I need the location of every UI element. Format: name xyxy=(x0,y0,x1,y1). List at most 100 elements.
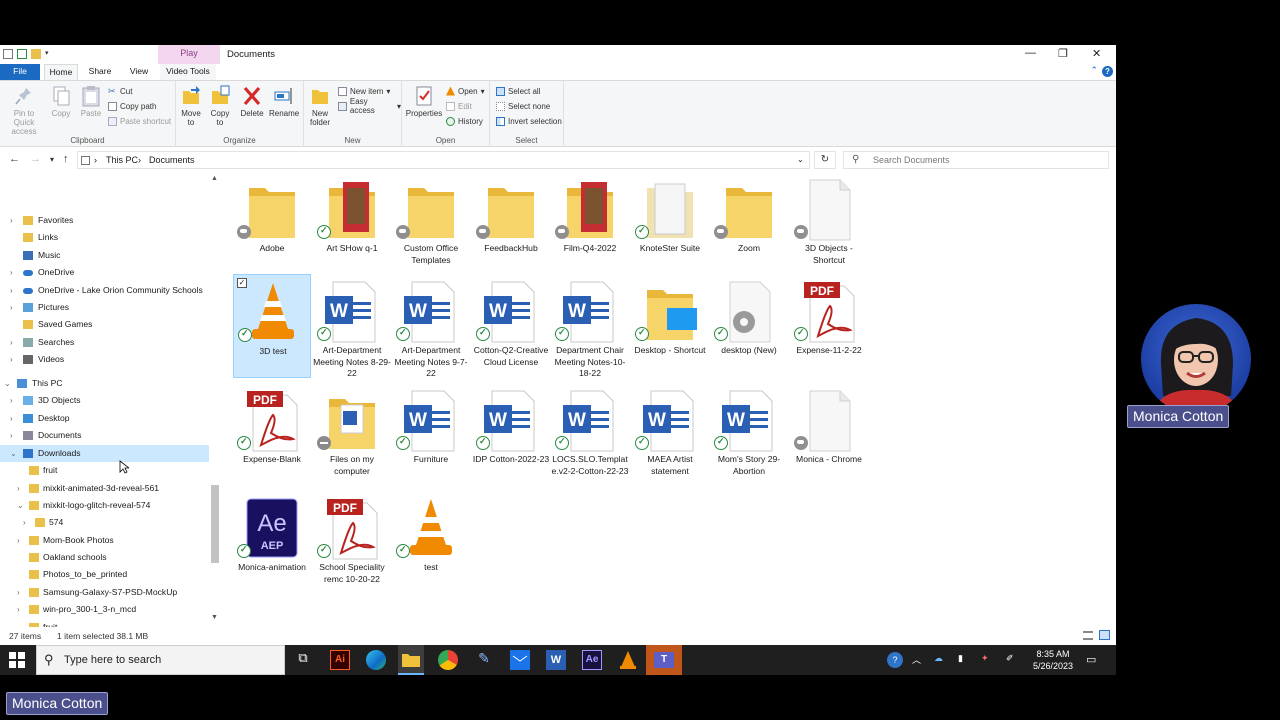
file-item[interactable]: Art SHow q-1 xyxy=(313,172,391,276)
edit-button[interactable]: Edit xyxy=(446,100,472,112)
up-arrow-icon[interactable]: ↑ xyxy=(63,153,69,165)
back-arrow-icon[interactable]: ← xyxy=(9,153,20,165)
file-item[interactable]: Ae AEP Monica-animation xyxy=(233,491,311,595)
file-item[interactable]: Zoom xyxy=(710,172,788,276)
expand-chevron-icon[interactable]: › xyxy=(10,299,13,316)
file-item[interactable]: W IDP Cotton-2022-23 xyxy=(472,383,550,487)
customize-qat-icon[interactable]: ▾ xyxy=(45,49,55,59)
nav-item[interactable]: › Desktop xyxy=(0,410,209,427)
file-item[interactable]: KnoteSter Suite xyxy=(631,172,709,276)
expand-chevron-icon[interactable]: › xyxy=(10,392,13,409)
tab-view[interactable]: View xyxy=(124,64,154,80)
pin-quick-access-button[interactable]: Pin to Quick access xyxy=(3,85,45,136)
scroll-down-icon[interactable]: ▼ xyxy=(211,614,218,621)
clock[interactable]: 8:35 AM 5/26/2023 xyxy=(1028,648,1078,672)
nav-item[interactable]: ⌄ Downloads xyxy=(0,445,209,462)
nav-item[interactable]: › Documents xyxy=(0,427,209,444)
pen-app-icon[interactable]: ✎ xyxy=(474,650,494,670)
vlc-taskbar-icon[interactable] xyxy=(618,650,638,670)
after-effects-icon[interactable]: Ae xyxy=(582,650,602,670)
collapse-chevron-icon[interactable]: ⌄ xyxy=(17,497,24,514)
nav-item[interactable]: fruit xyxy=(0,462,209,479)
file-item[interactable]: W Department Chair Meeting Notes-10-18-22 xyxy=(551,274,629,378)
collapse-ribbon-icon[interactable]: ⌃ xyxy=(1090,65,1098,76)
rename-button[interactable]: Rename xyxy=(269,85,299,118)
easy-access-button[interactable]: Easy access ▾ xyxy=(338,97,401,115)
file-item[interactable]: PDF School Speciality remc 10-20-22 xyxy=(313,491,391,595)
large-icons-view-icon[interactable] xyxy=(1099,630,1110,640)
file-item[interactable]: ✓ 3D test xyxy=(233,274,311,378)
select-all-button[interactable]: Select all xyxy=(496,85,540,97)
tab-video-tools[interactable]: Video Tools xyxy=(160,64,216,80)
chrome-icon[interactable] xyxy=(438,650,458,670)
usb-tray-icon[interactable]: ▮ xyxy=(958,653,963,664)
nav-item[interactable]: Photos_to_be_printed xyxy=(0,566,209,583)
nav-item[interactable]: › Favorites xyxy=(0,212,209,229)
address-dropdown-icon[interactable]: ⌄ xyxy=(797,155,804,164)
collapse-chevron-icon[interactable]: ⌄ xyxy=(4,375,11,392)
nav-scrollbar[interactable]: ▲ ▼ xyxy=(209,172,221,627)
file-item[interactable]: W Art-Department Meeting Notes 8-29-22 xyxy=(313,274,391,378)
breadcrumb-documents[interactable]: Documents xyxy=(149,155,195,165)
file-item[interactable]: W Cotton-Q2-Creative Cloud License xyxy=(472,274,550,378)
file-item[interactable]: Files on my computer xyxy=(313,383,391,487)
nav-item[interactable]: ⌄ This PC xyxy=(0,375,209,392)
nav-item[interactable]: Oakland schools xyxy=(0,549,209,566)
teams-taskbar-icon[interactable]: T xyxy=(646,645,682,675)
paste-shortcut-button[interactable]: Paste shortcut xyxy=(108,115,171,127)
breadcrumb-this-pc[interactable]: This PC xyxy=(106,155,138,165)
taskbar-search-input[interactable]: Type here to search xyxy=(64,654,161,666)
file-item[interactable]: W MAEA Artist statement xyxy=(631,383,709,487)
nav-item[interactable]: › mixkit-animated-3d-reveal-561 xyxy=(0,480,209,497)
nav-item[interactable]: Saved Games xyxy=(0,316,209,333)
nav-item[interactable]: › 574 xyxy=(0,514,209,531)
nav-item[interactable]: › OneDrive xyxy=(0,264,209,281)
pen-tray-icon[interactable]: ✐ xyxy=(1006,653,1014,664)
file-item[interactable]: test xyxy=(392,491,470,595)
expand-chevron-icon[interactable]: › xyxy=(10,282,13,299)
expand-chevron-icon[interactable]: › xyxy=(10,264,13,281)
file-item[interactable]: Custom Office Templates xyxy=(392,172,470,276)
new-folder-button[interactable]: New folder xyxy=(308,85,332,127)
properties-qat-icon[interactable] xyxy=(17,49,27,59)
nav-item[interactable]: › Mom-Book Photos xyxy=(0,532,209,549)
notifications-icon[interactable]: ▭ xyxy=(1086,653,1096,666)
task-view-icon[interactable]: ⧉ xyxy=(293,650,313,670)
properties-button[interactable]: Properties xyxy=(405,85,443,118)
onedrive-tray-icon[interactable]: ☁ xyxy=(934,653,943,664)
breadcrumb-chevron-icon[interactable]: › xyxy=(94,155,97,165)
recent-locations-icon[interactable]: ▾ xyxy=(50,155,54,164)
breadcrumb-chevron-icon[interactable]: › xyxy=(138,155,141,165)
show-hidden-icons-chevron-icon[interactable]: ︿ xyxy=(912,653,921,666)
nav-item[interactable]: › Videos xyxy=(0,351,209,368)
expand-chevron-icon[interactable]: › xyxy=(23,514,26,531)
nav-item[interactable]: › win-pro_300-1_3-n_mcd xyxy=(0,601,209,618)
nav-item[interactable]: Links xyxy=(0,229,209,246)
windows-start-icon[interactable] xyxy=(9,650,29,670)
help-icon[interactable]: ? xyxy=(1102,66,1113,77)
details-view-icon[interactable] xyxy=(1083,631,1093,640)
tab-file[interactable]: File xyxy=(0,64,40,80)
file-explorer-taskbar-icon[interactable] xyxy=(398,645,424,675)
cut-button[interactable]: ✂ Cut xyxy=(108,85,132,97)
search-box[interactable]: ⚲ Search Documents xyxy=(843,151,1109,169)
word-icon[interactable]: W xyxy=(546,650,566,670)
file-item[interactable]: PDF Expense-11-2-22 xyxy=(790,274,868,378)
file-item[interactable]: FeedbackHub xyxy=(472,172,550,276)
close-button[interactable]: ✕ xyxy=(1092,47,1101,60)
help-tray-icon[interactable]: ? xyxy=(887,652,903,668)
history-button[interactable]: History xyxy=(446,115,483,127)
tab-home[interactable]: Home xyxy=(44,64,78,80)
copy-to-button[interactable]: Copy to xyxy=(207,85,233,127)
selection-checkbox[interactable]: ✓ xyxy=(237,278,247,288)
nav-item[interactable]: › OneDrive - Lake Orion Community Schools xyxy=(0,282,209,299)
forward-arrow-icon[interactable]: → xyxy=(30,153,41,165)
new-folder-qat-icon[interactable] xyxy=(31,49,41,59)
paste-button[interactable]: Paste xyxy=(78,85,104,118)
taskbar-search-box[interactable]: ⚲ Type here to search xyxy=(36,645,285,675)
nav-item[interactable]: › Pictures xyxy=(0,299,209,316)
expand-chevron-icon[interactable]: › xyxy=(10,334,13,351)
file-item[interactable]: W Mom's Story 29-Abortion xyxy=(710,383,788,487)
expand-chevron-icon[interactable]: › xyxy=(17,480,20,497)
expand-chevron-icon[interactable]: › xyxy=(10,212,13,229)
